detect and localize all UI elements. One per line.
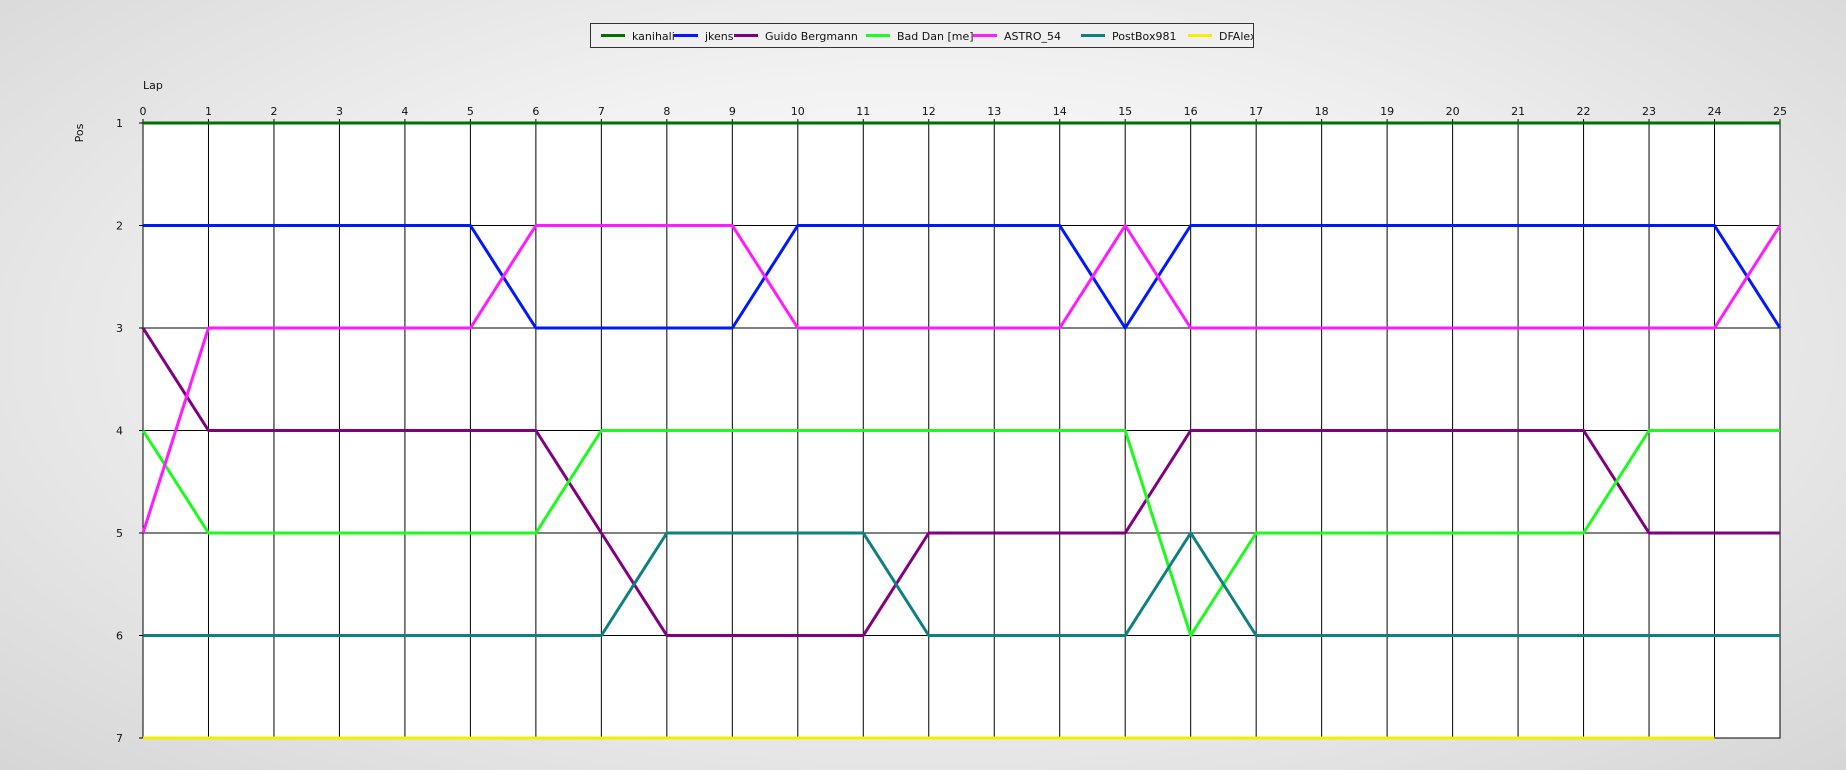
y-tick-label: 3 <box>116 322 123 335</box>
x-tick-label: 19 <box>1380 105 1394 118</box>
y-tick-label: 6 <box>116 630 123 643</box>
y-tick-label: 2 <box>116 220 123 233</box>
x-tick-label: 4 <box>401 105 408 118</box>
position-chart: 0 1 2 3 4 5 6 7 8 9 10 11 12 13 14 15 16 17 18 19 20 21 22 23 24… <box>73 79 1787 745</box>
x-tick-label: 11 <box>856 105 870 118</box>
y-tick-label: 4 <box>116 425 123 438</box>
x-tick-label: 14 <box>1053 105 1067 118</box>
x-tick-label: 6 <box>532 105 539 118</box>
x-tick-label: 0 <box>140 105 147 118</box>
x-tick-label: 21 <box>1511 105 1525 118</box>
x-tick-label: 13 <box>987 105 1001 118</box>
chart-window: kanihali jkens Guido Bergmann Bad Dan [me] A… <box>0 0 1846 770</box>
x-tick-label: 22 <box>1577 105 1591 118</box>
x-tick-label: 15 <box>1118 105 1132 118</box>
x-tick-label: 20 <box>1446 105 1460 118</box>
x-tick-label: 5 <box>467 105 474 118</box>
x-tick-label: 17 <box>1249 105 1263 118</box>
x-tick-label: 16 <box>1184 105 1198 118</box>
x-tick-label: 7 <box>598 105 605 118</box>
x-tick-label: 1 <box>205 105 212 118</box>
x-tick-label: 18 <box>1315 105 1329 118</box>
x-tick-label: 2 <box>270 105 277 118</box>
y-tick-label: 7 <box>116 732 123 745</box>
x-tick-label: 9 <box>729 105 736 118</box>
y-axis-label: Pos <box>73 123 86 142</box>
x-axis-label: Lap <box>143 79 163 92</box>
x-tick-label: 10 <box>791 105 805 118</box>
x-tick-label: 23 <box>1642 105 1656 118</box>
x-tick-label: 24 <box>1708 105 1722 118</box>
x-tick-label: 25 <box>1773 105 1787 118</box>
x-tick-label: 12 <box>922 105 936 118</box>
y-tick-label: 5 <box>116 527 123 540</box>
y-tick-label: 1 <box>116 117 123 130</box>
x-tick-label: 3 <box>336 105 343 118</box>
x-tick-label: 8 <box>663 105 670 118</box>
